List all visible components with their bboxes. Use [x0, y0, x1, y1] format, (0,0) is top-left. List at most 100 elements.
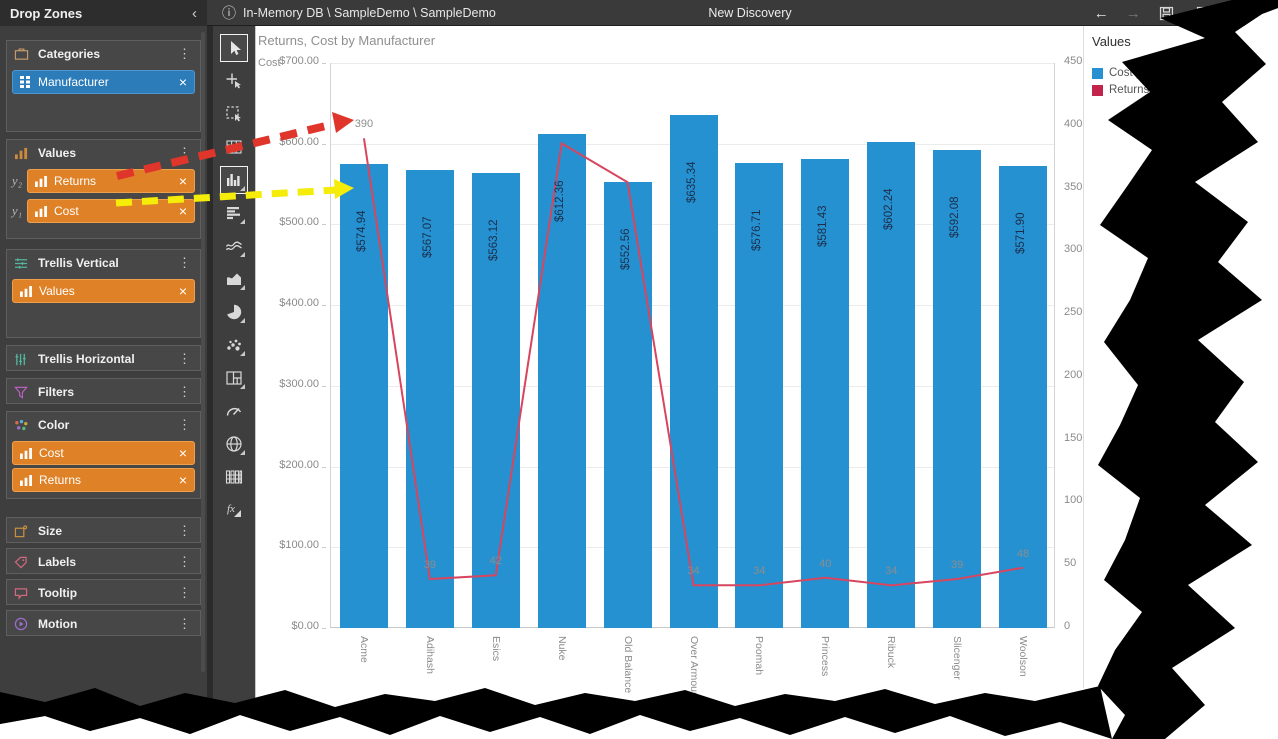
- x-axis-label: Old Balance: [620, 636, 634, 731]
- legend-item-returns[interactable]: Returns [Y2]: [1092, 84, 1173, 96]
- kebab-menu-icon[interactable]: ⋮: [176, 384, 193, 400]
- dropzone-categories: Categories ⋮ Manufacturer ×: [6, 40, 201, 132]
- dropzone-values: Values ⋮ y₂ Returns × y₁: [6, 139, 201, 239]
- info-icon[interactable]: ⓘ: [222, 3, 236, 23]
- chip-cost[interactable]: Cost ×: [27, 199, 195, 223]
- chip-label: Returns: [39, 473, 81, 487]
- chip-color-cost[interactable]: Cost ×: [12, 441, 195, 465]
- chip-trellis-values[interactable]: Values ×: [12, 279, 195, 303]
- chip-color-returns[interactable]: Returns ×: [12, 468, 195, 492]
- kebab-menu-icon[interactable]: ⋮: [176, 145, 193, 161]
- custom-visual-fx-icon[interactable]: fx: [220, 496, 248, 524]
- kebab-menu-icon[interactable]: ⋮: [176, 417, 193, 433]
- plot-area[interactable]: $574.94$567.07$563.12$612.36$552.56$635.…: [330, 63, 1055, 628]
- trellis-vertical-icon: [14, 257, 32, 270]
- chip-label: Manufacturer: [38, 75, 109, 89]
- y1-tick-label: $700.00: [255, 55, 326, 67]
- panel-scrollbar[interactable]: [201, 32, 205, 672]
- y1-tick-label: $200.00: [255, 459, 326, 471]
- remove-chip-icon[interactable]: ×: [173, 446, 187, 460]
- remove-chip-icon[interactable]: ×: [173, 75, 187, 89]
- y2-tick-label: 0: [1059, 620, 1070, 632]
- bar-value-label: $576.71: [751, 169, 765, 251]
- back-icon[interactable]: ←: [1094, 6, 1109, 21]
- y1-axis-prefix: y₁: [7, 203, 27, 219]
- chip-manufacturer[interactable]: Manufacturer ×: [12, 70, 195, 94]
- dropzone-size: Size ⋮: [6, 517, 201, 543]
- marquee-select-tool-icon[interactable]: [220, 100, 248, 128]
- legend-item-cost[interactable]: Cost [Y1]: [1092, 67, 1173, 79]
- print-icon[interactable]: [1192, 5, 1209, 22]
- x-axis-labels: AcmeAdihashEsicsNukeOld BalanceOver Armo…: [330, 630, 1055, 735]
- dropzone-tooltip: Tooltip ⋮: [6, 579, 201, 605]
- line-chart-icon[interactable]: [220, 232, 248, 260]
- remove-chip-icon[interactable]: ×: [173, 473, 187, 487]
- matrix-chart-icon[interactable]: [220, 463, 248, 491]
- bar-chart-icon[interactable]: [220, 199, 248, 227]
- gauge-chart-icon[interactable]: [220, 397, 248, 425]
- dropzone-trellis-vertical: Trellis Vertical ⋮ Values ×: [6, 249, 201, 338]
- forward-icon[interactable]: →: [1126, 6, 1141, 21]
- line-point-label: 390: [347, 118, 381, 130]
- measure-bars-icon: [35, 176, 47, 187]
- column-chart-icon[interactable]: [220, 166, 248, 194]
- measure-bars-icon: [20, 475, 32, 486]
- dropzone-label: Filters: [38, 385, 74, 399]
- bar-value-label: $592.08: [949, 156, 963, 238]
- categories-icon: [14, 47, 32, 61]
- pie-chart-icon[interactable]: [220, 298, 248, 326]
- kebab-menu-icon[interactable]: ⋮: [176, 585, 193, 601]
- returns-swatch: [1092, 85, 1103, 96]
- bar-value-label: $581.43: [817, 165, 831, 247]
- measure-bars-icon: [20, 448, 32, 459]
- point-select-tool-icon[interactable]: [220, 67, 248, 95]
- kebab-menu-icon[interactable]: ⋮: [176, 255, 193, 271]
- size-icon: [14, 525, 32, 538]
- dropzone-label: Trellis Vertical: [38, 256, 119, 270]
- dropzone-label: Labels: [38, 555, 76, 569]
- remove-chip-icon[interactable]: ×: [173, 174, 187, 188]
- top-bar: Drop Zones ‹ ⓘ In-Memory DB \ SampleDemo…: [0, 0, 1278, 26]
- treemap-chart-icon[interactable]: [220, 364, 248, 392]
- remove-chip-icon[interactable]: ×: [173, 204, 187, 218]
- dropzone-label: Values: [38, 146, 76, 160]
- dropzone-label: Categories: [38, 47, 100, 61]
- y2-axis-prefix: y₂: [7, 173, 27, 189]
- attribute-grid-icon: [20, 76, 31, 88]
- collapse-panel-icon[interactable]: ‹: [192, 5, 197, 22]
- bar-value-label: $552.56: [620, 188, 634, 270]
- chip-returns[interactable]: Returns ×: [27, 169, 195, 193]
- x-axis-label: Nuke: [554, 636, 568, 731]
- dropzone-color: Color ⋮ Cost × Returns ×: [6, 411, 201, 499]
- play-motion-icon: [14, 617, 32, 631]
- kebab-menu-icon[interactable]: ⋮: [176, 523, 193, 539]
- chip-label: Returns: [54, 174, 96, 188]
- line-point-label: 34: [874, 565, 908, 577]
- grid-visual-icon[interactable]: [220, 133, 248, 161]
- application-window: Drop Zones ‹ ⓘ In-Memory DB \ SampleDemo…: [0, 0, 1278, 739]
- bar-value-label: $602.24: [883, 148, 897, 230]
- x-axis-label: Woolson: [1015, 636, 1029, 731]
- dropzone-labels: Labels ⋮: [6, 548, 201, 574]
- remove-chip-icon[interactable]: ×: [173, 284, 187, 298]
- save-icon[interactable]: [1158, 5, 1175, 22]
- topbar-actions: ← → ?: [1094, 0, 1234, 26]
- y1-axis: $0.00$100.00$200.00$300.00$400.00$500.00…: [255, 63, 326, 643]
- kebab-menu-icon[interactable]: ⋮: [176, 554, 193, 570]
- help-icon[interactable]: ?: [1226, 6, 1234, 20]
- cost-swatch: [1092, 68, 1103, 79]
- kebab-menu-icon[interactable]: ⋮: [176, 616, 193, 632]
- measure-bars-icon: [20, 286, 32, 297]
- map-globe-icon[interactable]: [220, 430, 248, 458]
- area-chart-icon[interactable]: [220, 265, 248, 293]
- line-point-label: 39: [940, 559, 974, 571]
- scatter-chart-icon[interactable]: [220, 331, 248, 359]
- legend: Values Cost [Y1] Returns [Y2]: [1092, 34, 1173, 101]
- color-dots-icon: [14, 419, 32, 432]
- pointer-tool-icon[interactable]: [220, 34, 248, 62]
- line-point-label: 42: [479, 555, 513, 567]
- y2-axis: 050100150200250300350400450: [1059, 63, 1089, 643]
- y1-tick-label: $100.00: [255, 539, 326, 551]
- kebab-menu-icon[interactable]: ⋮: [176, 46, 193, 62]
- kebab-menu-icon[interactable]: ⋮: [176, 351, 193, 367]
